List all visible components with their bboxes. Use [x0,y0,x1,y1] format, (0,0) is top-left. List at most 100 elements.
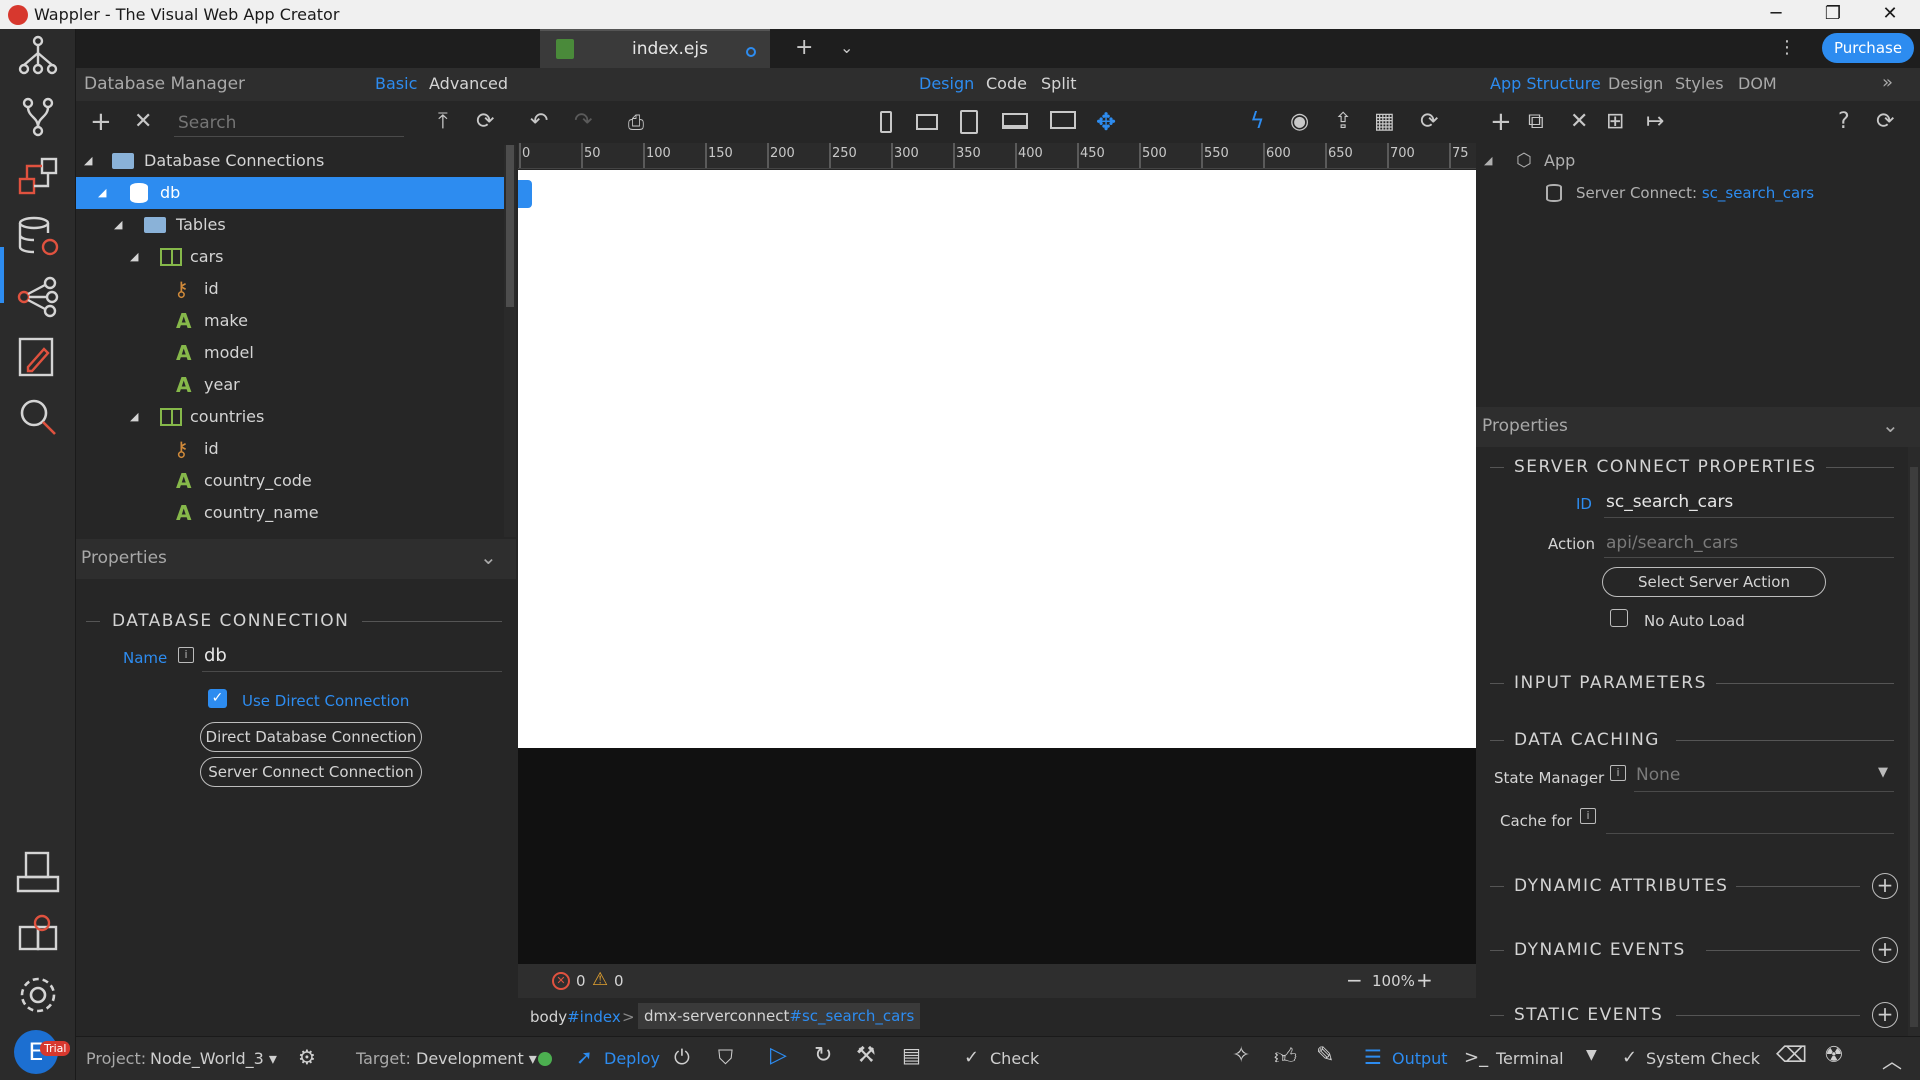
publish-icon[interactable] [14,849,62,897]
tab-design[interactable]: Design [919,74,974,93]
tree-item-tables[interactable]: ◢ Tables [76,209,504,241]
system-check-button[interactable]: System Check [1646,1049,1760,1068]
tree-item-cars[interactable]: ◢ cars [76,241,504,273]
move-arrows-icon[interactable]: ✥ [1096,108,1116,136]
share-icon[interactable]: ⇪ [1334,108,1352,136]
add-component-icon[interactable]: + [1490,108,1512,136]
new-tab-plus-icon[interactable]: + [795,34,813,62]
tab-design-right[interactable]: Design [1608,74,1663,93]
left-properties-header[interactable]: Properties ⌄ [76,539,516,579]
refresh-icon[interactable]: ⟳ [476,108,494,136]
section-title[interactable]: INPUT PARAMETERS [1514,673,1707,693]
redo-icon[interactable]: ↷ [574,108,592,136]
id-value[interactable]: sc_search_cars [1606,492,1733,512]
close-window-button[interactable]: ✕ [1862,2,1918,26]
search-panel-icon[interactable] [14,393,62,441]
database-manager-icon[interactable] [14,213,62,261]
tree-item-server-connect[interactable]: Server Connect: sc_search_cars [1476,177,1920,209]
info-icon[interactable]: i [1580,808,1596,824]
power-icon[interactable]: ⏻ [674,1045,690,1069]
tab-app-structure[interactable]: App Structure [1490,74,1601,93]
terminal-dropdown-icon[interactable]: ▼ [1586,1047,1597,1063]
settings-gear-icon[interactable] [14,971,62,1019]
error-icon[interactable]: ✕ [552,972,570,990]
tree-item-field[interactable]: A country_code [76,465,504,497]
build-hammer-icon[interactable]: ⚒ [856,1043,876,1068]
tablet-icon[interactable] [960,110,978,134]
use-direct-checkbox[interactable]: ✓ [208,689,227,708]
project-settings-gear-icon[interactable]: ⚙ [298,1045,316,1069]
scrollbar-thumb[interactable] [1910,467,1918,1027]
add-icon[interactable]: + [90,108,112,136]
tab-styles[interactable]: Styles [1675,74,1724,93]
state-manager-select[interactable]: None [1636,765,1680,785]
expand-panel-chevron-icon[interactable]: ︿ [1882,1045,1902,1074]
tree-item-field[interactable]: A make [76,305,504,337]
add-dynamic-event-icon[interactable]: + [1872,937,1898,963]
info-icon[interactable]: i [178,647,194,663]
add-static-event-icon[interactable]: + [1872,1002,1898,1028]
tab-code[interactable]: Code [986,74,1027,93]
undo-icon[interactable]: ↶ [530,108,548,136]
ai-sparkle-icon[interactable]: ✧ [1232,1043,1250,1068]
add-dynamic-attribute-icon[interactable]: + [1872,873,1898,899]
maximize-button[interactable]: ❐ [1805,2,1861,26]
tree-item-database-connections[interactable]: ◢ Database Connections [76,145,504,177]
target-select[interactable]: Development ▾ [416,1049,537,1068]
deploy-button[interactable]: Deploy [604,1049,660,1068]
name-value[interactable]: db [204,645,227,666]
preview-eye-icon[interactable]: ◉ [1290,108,1309,136]
brush-icon[interactable]: ✎ [1316,1043,1334,1068]
purchase-button[interactable]: Purchase [1822,33,1914,63]
project-structure-icon[interactable] [14,33,62,81]
tab-dom[interactable]: DOM [1738,74,1777,93]
run-play-icon[interactable]: ▷ [770,1043,787,1068]
eraser-icon[interactable]: ⌫ [1776,1043,1807,1068]
properties-scrollbar[interactable] [1908,447,1920,1036]
clipboard-icon[interactable]: ▤ [902,1043,921,1067]
more-menu-icon[interactable]: ⋮ [1778,34,1796,62]
right-properties-header[interactable]: Properties ⌄ [1476,407,1920,447]
duplicate-icon[interactable]: ⧉ [1528,108,1544,136]
bookmark-icon[interactable]: ⛉ [718,1045,733,1069]
tree-item-app[interactable]: ◢ ⬡ App [1476,145,1920,177]
check-button[interactable]: Check [990,1049,1039,1068]
direct-database-connection-button[interactable]: Direct Database Connection [200,722,422,752]
tree-item-db[interactable]: ◢ db [76,177,504,209]
action-input[interactable]: api/search_cars [1606,533,1738,553]
bug-icon[interactable]: ☢ [1824,1043,1844,1068]
api-connections-icon[interactable] [14,273,62,321]
zoom-out-icon[interactable]: − [1346,968,1363,992]
restart-icon[interactable]: ↻ [814,1043,832,1068]
search-input[interactable] [174,109,404,137]
warning-icon[interactable]: ⚠ [592,969,608,990]
collapse-chevron-icon[interactable]: ⌄ [480,545,497,569]
tree-item-field[interactable]: A model [76,337,504,369]
tab-basic[interactable]: Basic [375,74,417,93]
tree-item-field[interactable]: ⚷ id [76,273,504,305]
no-auto-load-checkbox[interactable] [1610,609,1628,627]
qr-code-icon[interactable]: ▦ [1374,108,1395,136]
tree-scrollbar[interactable] [504,145,516,537]
project-select[interactable]: Node_World_3 ▾ [150,1049,277,1068]
server-actions-icon[interactable] [14,153,62,201]
tree-item-field[interactable]: ⚷ id [76,433,504,465]
mobile-landscape-icon[interactable] [916,114,938,130]
design-editor-icon[interactable] [14,333,62,381]
move-out-icon[interactable]: ↦ [1646,108,1664,136]
select-server-action-button[interactable]: Select Server Action [1602,567,1826,597]
remove-icon[interactable]: ✕ [1570,108,1588,136]
tab-split[interactable]: Split [1041,74,1076,93]
reload-icon[interactable]: ⟳ [1420,108,1438,136]
tree-item-field[interactable]: A country_name [76,497,504,529]
scrollbar-thumb[interactable] [506,145,514,307]
terminal-tab[interactable]: Terminal [1496,1049,1564,1068]
wrap-icon[interactable]: ⊞ [1606,108,1624,136]
collapse-chevron-icon[interactable]: ⌄ [1882,413,1899,437]
design-canvas[interactable] [518,170,1476,748]
laptop-icon[interactable] [1002,113,1028,129]
server-connect-connection-button[interactable]: Server Connect Connection [200,757,422,787]
screenshot-camera-icon[interactable]: ⎙ [628,108,644,136]
breadcrumb-serverconnect[interactable]: dmx-serverconnect#sc_search_cars [638,1003,921,1029]
help-icon[interactable]: ? [1838,108,1850,136]
